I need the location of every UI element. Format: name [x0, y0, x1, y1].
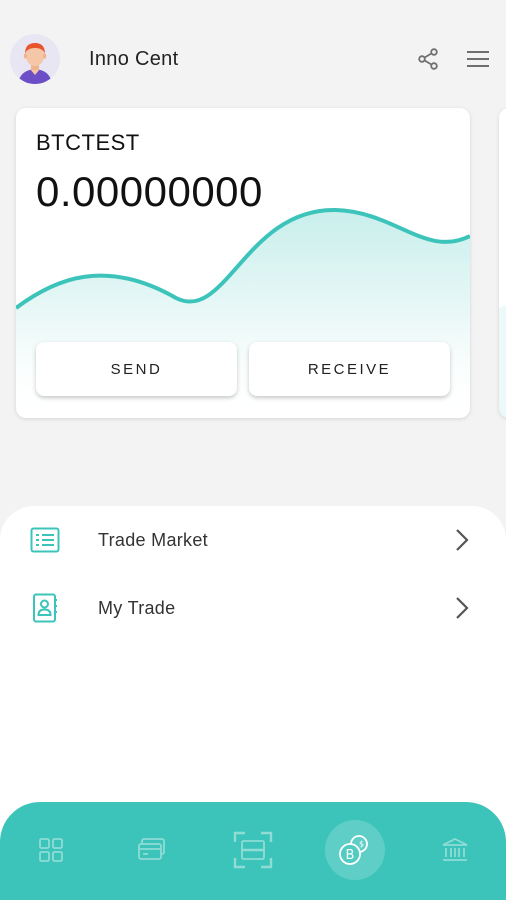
hamburger-menu-icon[interactable] [464, 45, 492, 73]
nav-crypto-exchange[interactable]: B $ [325, 820, 385, 880]
chevron-right-icon [452, 594, 472, 622]
svg-text:B: B [346, 848, 355, 863]
card-icon [138, 838, 165, 860]
contact-book-icon [29, 592, 61, 624]
list-icon [29, 524, 61, 556]
nav-bank[interactable] [425, 820, 485, 880]
coin-name: BTCTEST [36, 130, 140, 155]
bottom-nav: B $ [0, 802, 506, 900]
user-name: Inno Cent [89, 47, 179, 70]
nav-scan[interactable] [223, 820, 283, 880]
send-button[interactable]: SEND [36, 342, 237, 396]
user-avatar-icon [10, 34, 60, 84]
chevron-right-icon [452, 526, 472, 554]
app-header: Inno Cent [10, 32, 492, 86]
card-buttons: SEND RECEIVE [36, 342, 450, 396]
crypto-exchange-icon: B $ [339, 835, 368, 865]
svg-text:$: $ [359, 840, 364, 849]
menu-item-my-trade[interactable]: My Trade [0, 578, 506, 638]
next-wallet-card[interactable] [499, 108, 506, 418]
header-actions [414, 45, 492, 73]
wallet-card[interactable]: BTCTEST 0.00000000 SEND RECEIVE [16, 108, 470, 418]
menu-item-trade-market[interactable]: Trade Market [0, 510, 506, 570]
menu-item-label: Trade Market [98, 529, 208, 550]
dashboard-icon [39, 838, 63, 862]
share-icon[interactable] [414, 45, 442, 73]
receive-button[interactable]: RECEIVE [249, 342, 450, 396]
nav-dashboard[interactable] [21, 820, 81, 880]
menu-item-label: My Trade [98, 597, 176, 618]
avatar[interactable] [10, 34, 60, 84]
nav-card[interactable] [122, 820, 182, 880]
bank-icon [442, 837, 468, 861]
next-card-wave [499, 304, 506, 418]
scan-icon [233, 831, 273, 869]
